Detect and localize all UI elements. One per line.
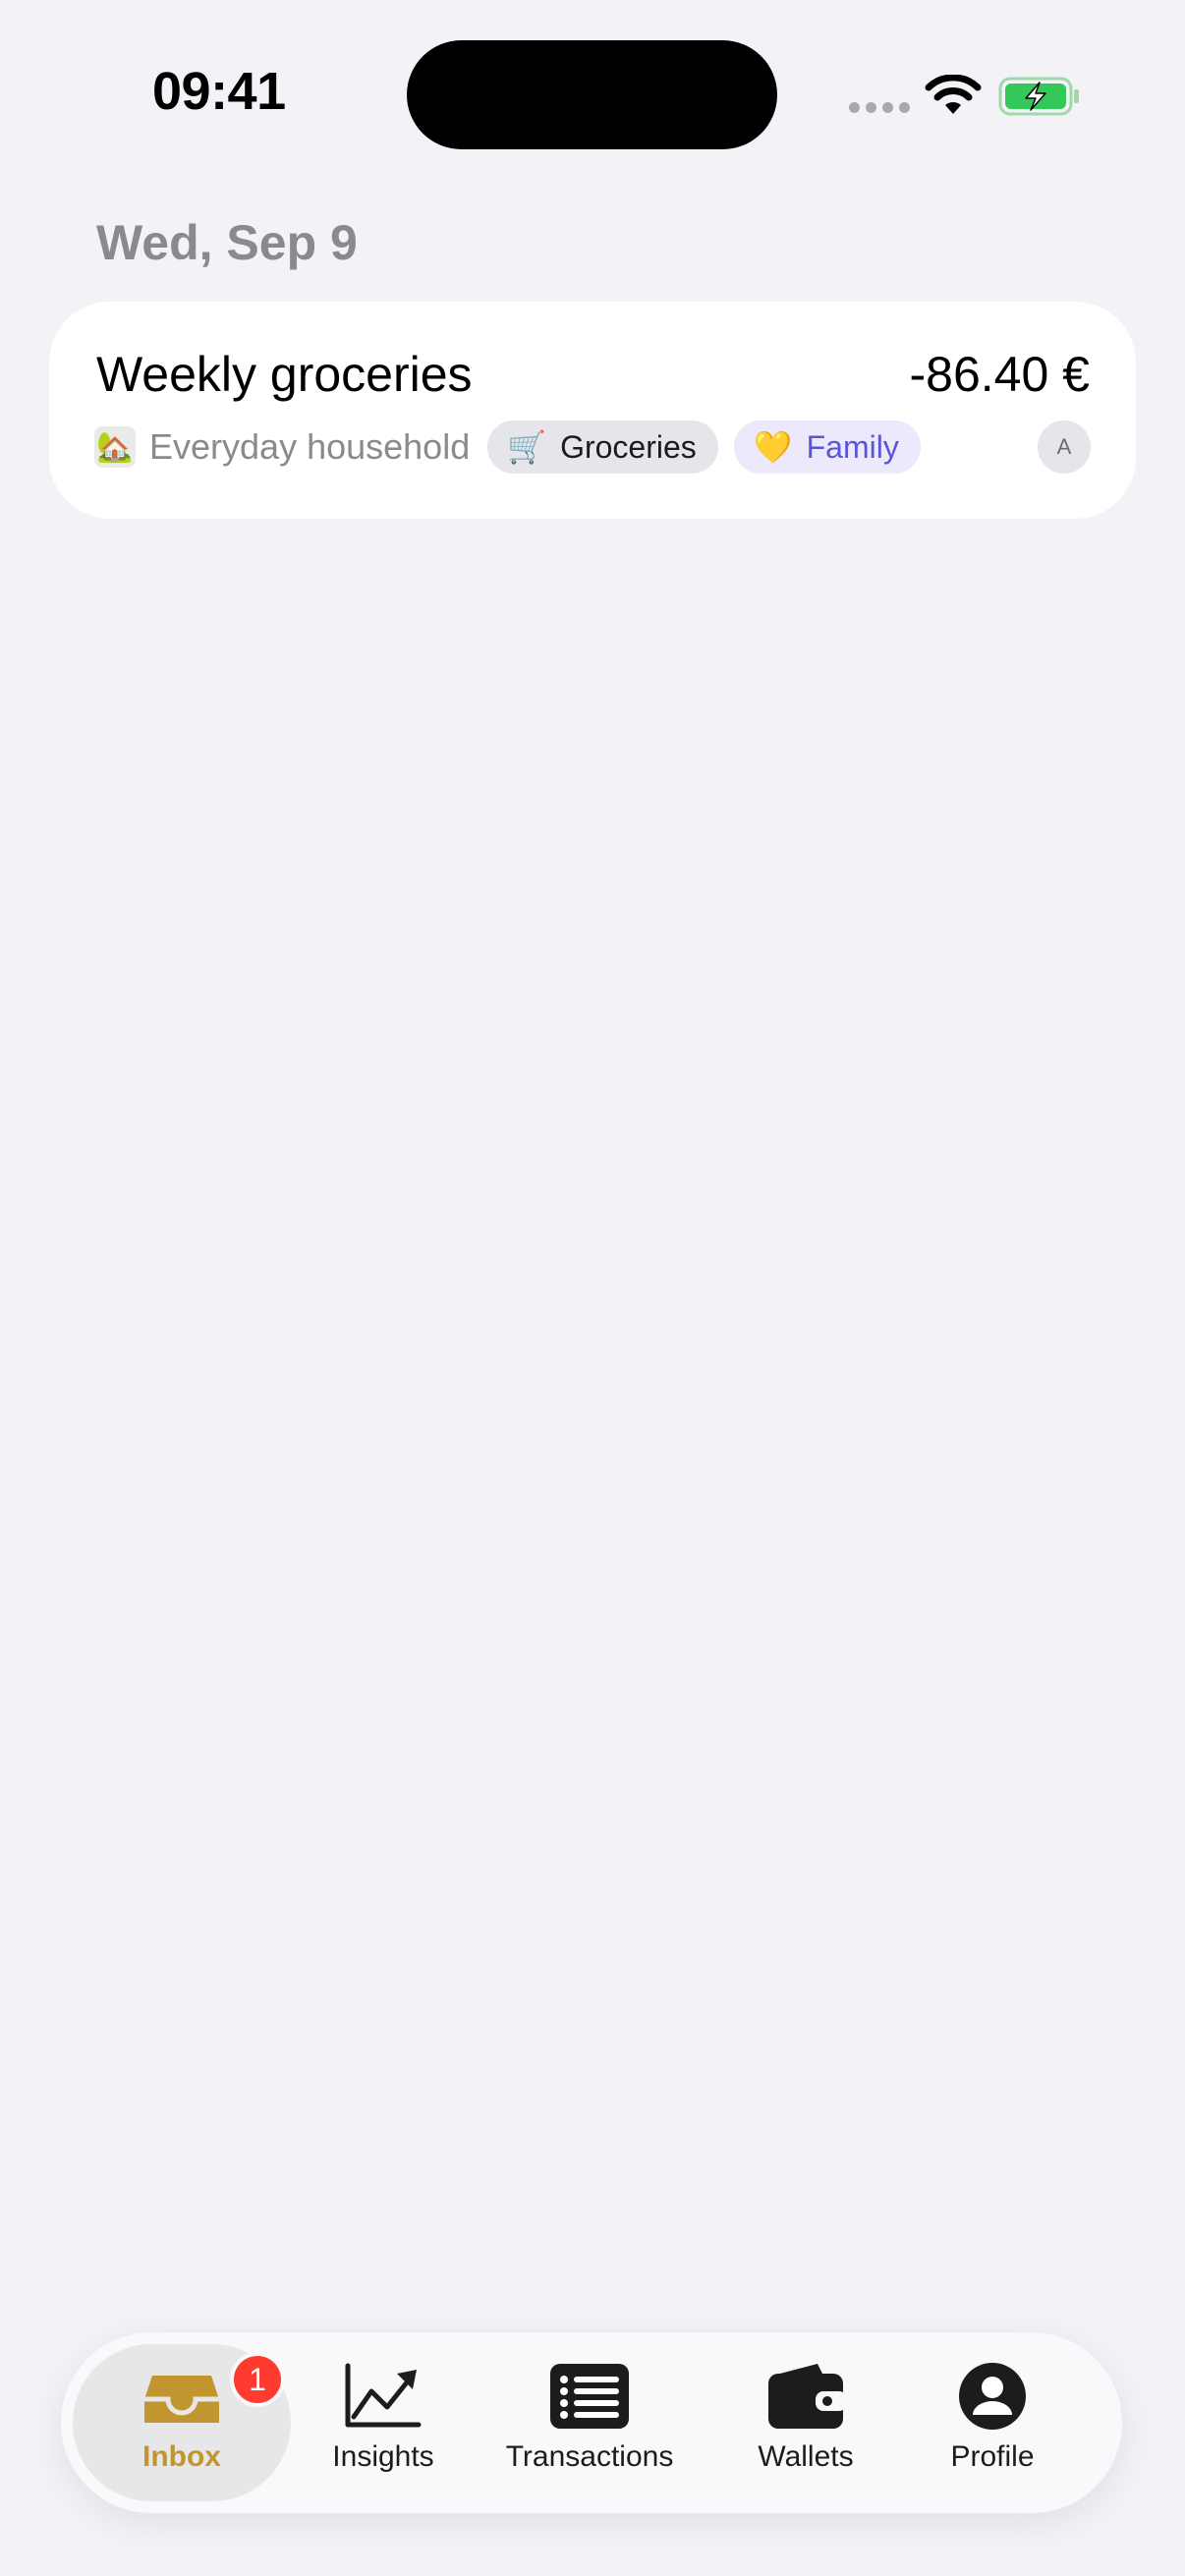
list-icon xyxy=(550,2364,629,2429)
category-label: Groceries xyxy=(560,428,697,465)
wallet-icon xyxy=(768,2364,847,2429)
yellow-heart-icon: 💛 xyxy=(753,429,793,465)
tag-label: Family xyxy=(806,428,899,465)
category-chip[interactable]: 🛒 Groceries xyxy=(487,420,718,474)
wallet-emoji: 🏡 xyxy=(96,430,134,464)
inbox-icon xyxy=(144,2376,219,2423)
transaction-meta: 🏡 Everyday household 🛒 Groceries 💛 Famil… xyxy=(94,420,1091,475)
tab-inbox[interactable]: Inbox 1 xyxy=(73,2344,291,2501)
section-date-header: Wed, Sep 9 xyxy=(96,215,358,270)
tab-transactions[interactable]: Transactions xyxy=(481,2344,698,2501)
tab-wallets[interactable]: Wallets xyxy=(717,2344,894,2501)
chart-trend-icon xyxy=(345,2363,422,2428)
person-icon xyxy=(959,2363,1026,2430)
status-time: 09:41 xyxy=(152,62,286,121)
tab-bar: Inbox 1 Insights Transactions Wallets Pr… xyxy=(61,2332,1122,2513)
transaction-amount: -86.40 € xyxy=(909,347,1090,402)
house-icon: 🏡 xyxy=(94,426,136,468)
avatar[interactable]: A xyxy=(1038,420,1091,474)
tab-transactions-label: Transactions xyxy=(505,2440,674,2473)
shopping-cart-icon: 🛒 xyxy=(507,429,547,465)
dynamic-island xyxy=(407,40,777,149)
transaction-card[interactable]: Weekly groceries -86.40 € 🏡 Everyday hou… xyxy=(49,302,1136,519)
tab-insights-label: Insights xyxy=(332,2440,434,2473)
cellular-signal-icon xyxy=(849,102,910,113)
tag-chip[interactable]: 💛 Family xyxy=(733,420,921,474)
tab-insights[interactable]: Insights xyxy=(295,2344,472,2501)
screen: 09:41 Wed, Sep 9 Weekly groceries -86.40… xyxy=(0,0,1185,2576)
wifi-icon xyxy=(925,75,982,114)
tab-profile[interactable]: Profile xyxy=(904,2344,1081,2501)
tab-wallets-label: Wallets xyxy=(758,2440,854,2473)
tab-inbox-label: Inbox xyxy=(142,2440,221,2473)
wallet-name: Everyday household xyxy=(149,426,471,467)
notification-badge: 1 xyxy=(230,2352,285,2407)
transaction-title: Weekly groceries xyxy=(96,347,473,402)
tab-profile-label: Profile xyxy=(950,2440,1035,2473)
battery-charging-icon xyxy=(998,77,1079,116)
